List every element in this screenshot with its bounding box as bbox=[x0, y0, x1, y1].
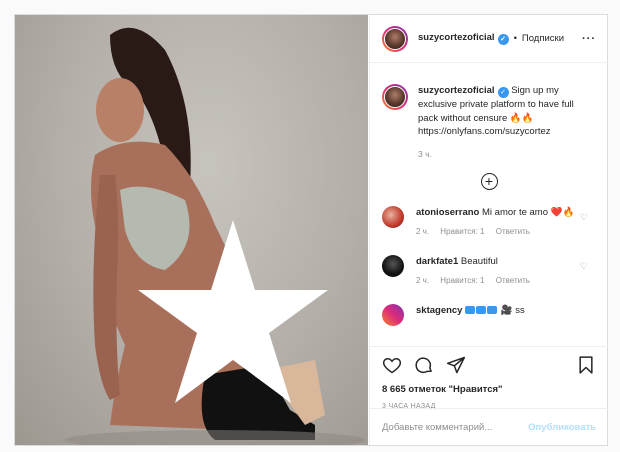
post-photo[interactable] bbox=[15, 15, 368, 445]
comment-username[interactable]: atonioserrano bbox=[416, 207, 479, 218]
verified-badge-icon: ✓ bbox=[497, 87, 509, 99]
add-comment-bar: Опубликовать bbox=[370, 408, 608, 445]
comment-text: Mi amor te amo ❤️🔥 bbox=[482, 206, 575, 218]
heart-icon[interactable] bbox=[382, 355, 402, 375]
author-avatar[interactable] bbox=[382, 25, 408, 52]
comment-text: Beautiful bbox=[460, 255, 498, 267]
comment-avatar[interactable] bbox=[382, 303, 404, 326]
comment-body: sktagency 🎥 ss bbox=[416, 304, 586, 326]
comments-scroll-area[interactable]: suzycortezoficial ✓ Sign up my exclusive … bbox=[370, 64, 608, 346]
action-icons bbox=[382, 347, 596, 383]
comment-icon[interactable] bbox=[414, 355, 434, 375]
bookmark-icon[interactable] bbox=[576, 355, 596, 375]
comment-body: darkfate1 Beautiful 2 ч. Нравится: 1 Отв… bbox=[416, 255, 586, 288]
plus-circle-icon[interactable]: + bbox=[480, 172, 498, 190]
photo-illustration bbox=[65, 27, 365, 445]
reply-button[interactable]: Ответить bbox=[496, 227, 530, 236]
share-icon[interactable] bbox=[446, 355, 466, 375]
more-options-icon[interactable]: ··· bbox=[582, 33, 596, 45]
comment-avatar[interactable] bbox=[382, 205, 404, 228]
load-more: + bbox=[382, 172, 596, 190]
comment-body: atonioserrano Mi amor te amo ❤️🔥 2 ч. Нр… bbox=[416, 206, 586, 239]
post-header: suzycortezoficial ✓ • Подписки ··· bbox=[370, 15, 608, 63]
comment-likes[interactable]: Нравится: 1 bbox=[440, 227, 484, 236]
comment-time: 2 ч. bbox=[416, 227, 430, 237]
like-comment-icon[interactable]: ♡ bbox=[580, 212, 588, 223]
instagram-post: suzycortezoficial ✓ • Подписки ··· suzyco… bbox=[14, 14, 608, 446]
author-username[interactable]: suzycortezoficial ✓ bbox=[418, 32, 509, 45]
post-caption: suzycortezoficial ✓ Sign up my exclusive … bbox=[382, 84, 596, 139]
comment-likes[interactable]: Нравится: 1 bbox=[440, 276, 484, 285]
comment-item: darkfate1 Beautiful 2 ч. Нравится: 1 Отв… bbox=[382, 254, 596, 288]
comment-time: 2 ч. bbox=[416, 276, 430, 286]
comment-meta: 2 ч. Нравится: 1 Ответить bbox=[416, 274, 586, 288]
comment-item: atonioserrano Mi amor te amo ❤️🔥 2 ч. Нр… bbox=[382, 205, 596, 239]
post-actions: 8 665 отметок "Нравится" 3 ЧАСА НАЗАД bbox=[370, 346, 608, 410]
verified-badge-icon: ✓ bbox=[497, 33, 509, 45]
comment-input[interactable] bbox=[382, 421, 529, 433]
separator-dot: • bbox=[513, 33, 517, 44]
caption-body: suzycortezoficial ✓ Sign up my exclusive … bbox=[418, 84, 588, 139]
publish-button[interactable]: Опубликовать bbox=[528, 422, 596, 433]
comment-avatar[interactable] bbox=[382, 254, 404, 277]
comment-username[interactable]: sktagency bbox=[416, 305, 462, 316]
post-side-panel: suzycortezoficial ✓ • Подписки ··· suzyco… bbox=[369, 15, 608, 445]
like-comment-icon[interactable]: ♡ bbox=[580, 261, 588, 272]
following-button[interactable]: Подписки bbox=[522, 33, 564, 44]
comment-text: 🎥 ss bbox=[500, 304, 525, 316]
likes-count[interactable]: 8 665 отметок "Нравится" bbox=[382, 384, 596, 395]
caption-time: 3 ч. bbox=[418, 148, 432, 159]
reply-button[interactable]: Ответить bbox=[496, 276, 530, 285]
comment-meta: 2 ч. Нравится: 1 Ответить bbox=[416, 225, 586, 239]
caption-avatar[interactable] bbox=[382, 84, 408, 110]
comment-item: sktagency 🎥 ss bbox=[382, 303, 596, 326]
comment-username[interactable]: darkfate1 bbox=[416, 256, 458, 267]
caption-username[interactable]: suzycortezoficial bbox=[418, 85, 495, 96]
